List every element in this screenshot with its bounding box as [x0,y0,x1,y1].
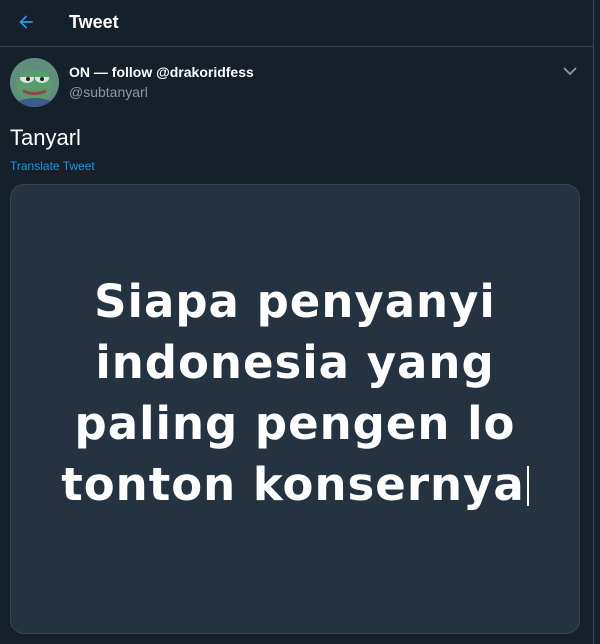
back-arrow-icon [19,15,33,29]
media-line-text: tonton konsernya [61,458,525,511]
translate-tweet-link[interactable]: Translate Tweet [10,159,95,173]
media-line-last: tonton konsernya [11,454,579,515]
pepe-avatar-image [10,58,59,107]
tweet-header: Tweet [0,0,593,47]
tweet-media-image[interactable]: Siapa penyanyi indonesia yang paling pen… [10,184,580,634]
column-divider [593,0,594,644]
chevron-down-icon [563,67,577,76]
user-handle[interactable]: @subtanyarl [69,84,148,100]
page-title: Tweet [69,12,119,32]
display-name[interactable]: ON — follow @drakoridfess [69,64,254,80]
tweet-text: Tanyarl [10,125,81,150]
media-line: paling pengen lo [74,397,516,450]
tweet-options-button[interactable] [560,62,580,80]
back-button[interactable] [14,10,38,34]
media-line: Siapa penyanyi [94,275,496,328]
avatar[interactable] [10,58,59,107]
media-line: indonesia yang [95,336,495,389]
media-caption: Siapa penyanyi indonesia yang paling pen… [11,271,579,515]
text-cursor [526,466,529,506]
